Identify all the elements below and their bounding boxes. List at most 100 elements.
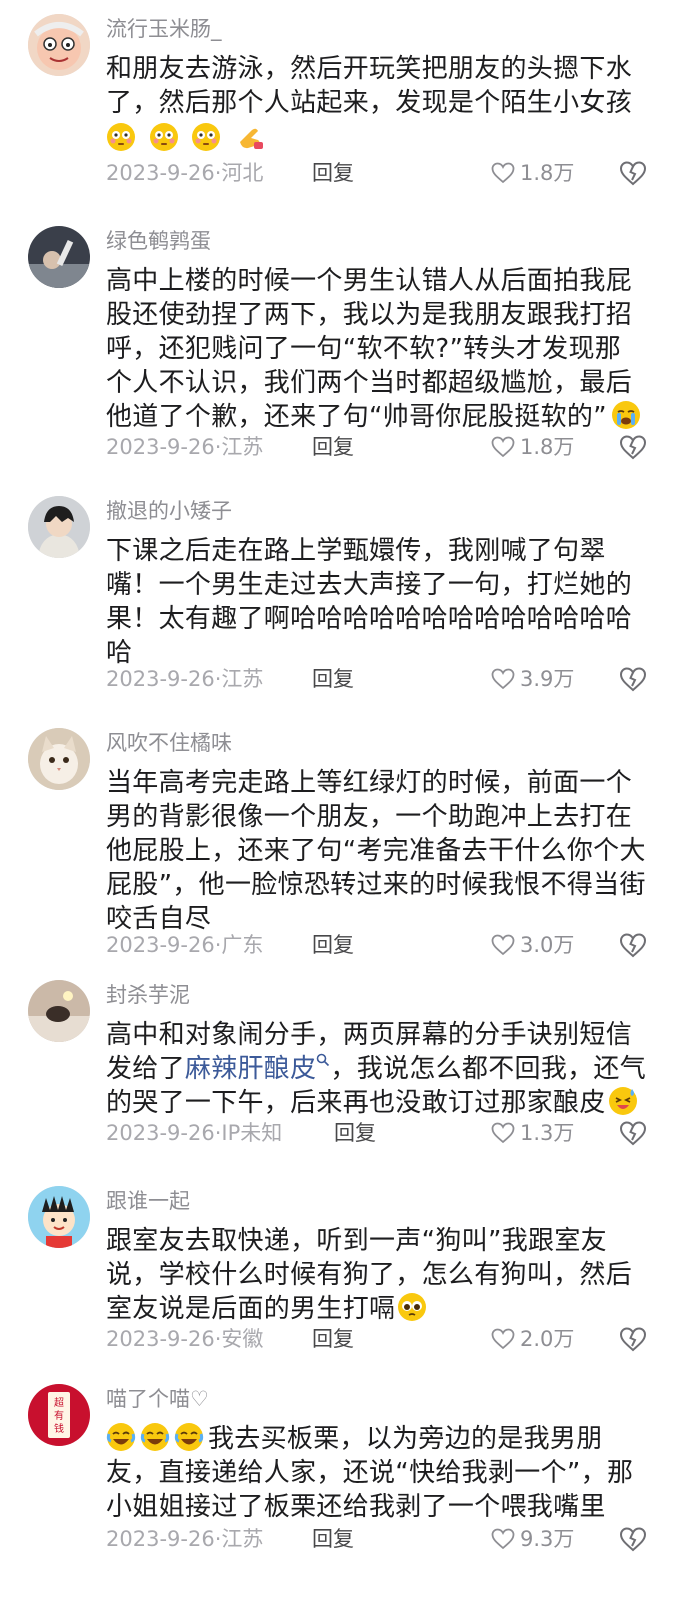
heart-icon <box>491 934 515 956</box>
like-count: 3.0万 <box>520 933 575 957</box>
laughing-tears-emoji-icon <box>174 1423 204 1451</box>
svg-text:超: 超 <box>54 1396 64 1409</box>
comment-text: 高中上楼的时候一个男生认错人从后面拍我屁 股还使劲捏了两下，我以为是我朋友跟我打… <box>106 264 666 434</box>
comment-line: 小姐姐接过了板栗还给我剥了一个喂我嘴里 <box>106 1492 606 1522</box>
comment-meta: 2023-9-26·江苏 回复 9.3万 <box>106 1522 666 1556</box>
comment-date: 2023-9-26 <box>106 1527 215 1551</box>
avatar[interactable] <box>28 980 90 1042</box>
comment-meta: 2023-9-26·江苏 回复 3.9万 <box>106 662 666 696</box>
comment-line: 屁股”，他一脸惊恐转过来的时候我恨不得当街 <box>106 870 646 900</box>
dislike-button[interactable] <box>618 158 648 198</box>
heart-icon <box>491 1528 515 1550</box>
comment-date: 2023-9-26 <box>106 161 215 185</box>
comment-location: 江苏 <box>221 1527 264 1551</box>
reply-button[interactable]: 回复 <box>312 156 354 190</box>
anime-character-avatar-icon <box>28 496 90 558</box>
like-button[interactable]: 1.8万 <box>490 430 574 464</box>
avatar[interactable] <box>28 496 90 558</box>
heart-icon <box>491 668 515 690</box>
reply-button[interactable]: 回复 <box>312 1522 354 1556</box>
comment-line: 室友说是后面的男生打嗝 <box>106 1292 666 1326</box>
comment-text: 我去买板栗，以为旁边的是我男朋 友，直接递给人家，还说“快给我剥一个”，那 小姐… <box>106 1422 666 1524</box>
like-count: 1.3万 <box>520 1121 575 1145</box>
heart-icon <box>491 162 515 184</box>
search-icon[interactable] <box>316 1053 330 1067</box>
comment-location: IP未知 <box>221 1121 283 1145</box>
dislike-button[interactable] <box>618 1118 648 1158</box>
username[interactable]: 流行玉米肠_ <box>106 14 222 44</box>
username[interactable]: 撤退的小矮子 <box>106 496 232 526</box>
username[interactable]: 喵了个喵♡ <box>106 1384 209 1414</box>
comment-line-text: 的哭了一下午，后来再也没敢订过那家酿皮 <box>106 1088 606 1118</box>
broken-heart-icon <box>619 435 647 460</box>
reply-button[interactable]: 回复 <box>312 662 354 696</box>
comment-line: 股还使劲捏了两下，我以为是我朋友跟我打招 <box>106 300 633 330</box>
svg-text:钱: 钱 <box>54 1422 64 1435</box>
comment-text: 下课之后走在路上学甄嬛传，我刚喊了句翠 嘴！一个男生走过去大声接了一句，打烂她的… <box>106 534 666 670</box>
comment-line: 他屁股上，还来了句“考完准备去干什么你个大 <box>106 836 646 866</box>
reply-button[interactable]: 回复 <box>312 430 354 464</box>
like-button[interactable]: 1.3万 <box>490 1116 574 1150</box>
comment-location: 广东 <box>221 933 264 957</box>
like-button[interactable]: 1.8万 <box>490 156 574 190</box>
avatar[interactable]: 超 有 钱 <box>28 1384 90 1446</box>
cartoon-face-avatar-icon <box>28 14 90 76</box>
broken-heart-icon <box>619 1121 647 1146</box>
like-button[interactable]: 3.9万 <box>490 662 574 696</box>
comment-feed: 流行玉米肠_ 和朋友去游泳，然后开玩笑把朋友的头摁下水 了，然后那个人站起来，发… <box>0 0 690 1600</box>
like-count: 3.9万 <box>520 667 575 691</box>
comment-line: 友，直接递给人家，还说“快给我剥一个”，那 <box>106 1458 634 1488</box>
comment-line-text: 他道了个歉，还来了句“帅哥你屁股挺软的” <box>106 402 607 432</box>
comment-date-location: 2023-9-26·安徽 <box>106 1327 264 1351</box>
comment-date-location: 2023-9-26·江苏 <box>106 1527 264 1551</box>
comment-line: 我去买板栗，以为旁边的是我男朋 <box>106 1422 666 1456</box>
comment-line: 的哭了一下午，后来再也没敢订过那家酿皮 <box>106 1086 666 1120</box>
dislike-button[interactable] <box>618 432 648 472</box>
dislike-button[interactable] <box>618 1324 648 1364</box>
avatar[interactable] <box>28 728 90 790</box>
comment-text: 跟室友去取快递，听到一声“狗叫”我跟室友 说，学校什么时候有狗了，怎么有狗叫，然… <box>106 1224 666 1326</box>
comment-line: 高中上楼的时候一个男生认错人从后面拍我屁 <box>106 266 633 296</box>
comment-date-location: 2023-9-26·广东 <box>106 933 264 957</box>
avatar[interactable] <box>28 1186 90 1248</box>
comment-line-text: 我去买板栗，以为旁边的是我男朋 <box>208 1424 603 1454</box>
comment-text: 和朋友去游泳，然后开玩笑把朋友的头摁下水 了，然后那个人站起来，发现是个陌生小女… <box>106 52 666 156</box>
flushed-emoji-icon <box>192 123 221 151</box>
like-button[interactable]: 2.0万 <box>490 1322 574 1356</box>
avatar[interactable] <box>28 14 90 76</box>
reply-button[interactable]: 回复 <box>312 1322 354 1356</box>
like-button[interactable]: 3.0万 <box>490 928 574 962</box>
comment-line: 和朋友去游泳，然后开玩笑把朋友的头摁下水 <box>106 54 633 84</box>
comment-date: 2023-9-26 <box>106 1327 215 1351</box>
comment-line: 个人不认识，我们两个当时都超级尴尬，最后 <box>106 368 633 398</box>
comment-location: 江苏 <box>221 435 264 459</box>
reply-button[interactable]: 回复 <box>334 1116 376 1150</box>
comment-line: 他道了个歉，还来了句“帅哥你屁股挺软的” <box>106 400 666 434</box>
comment-line: 下课之后走在路上学甄嬛传，我刚喊了句翠 <box>106 536 606 566</box>
username[interactable]: 风吹不住橘味 <box>106 728 232 758</box>
pointing-hand-emoji-icon <box>239 128 263 149</box>
comment-meta: 2023-9-26·安徽 回复 2.0万 <box>106 1322 666 1356</box>
username[interactable]: 跟谁一起 <box>106 1186 190 1216</box>
broken-heart-icon <box>619 1527 647 1552</box>
comment-date: 2023-9-26 <box>106 1121 215 1145</box>
crying-emoji-icon <box>611 401 640 429</box>
dislike-button[interactable] <box>618 930 648 970</box>
username[interactable]: 封杀芋泥 <box>106 980 190 1010</box>
comment-date-location: 2023-9-26·IP未知 <box>106 1121 283 1145</box>
svg-text:有: 有 <box>54 1409 64 1422</box>
like-button[interactable]: 9.3万 <box>490 1522 574 1556</box>
avatar[interactable] <box>28 226 90 288</box>
username[interactable]: 绿色鹌鹑蛋 <box>106 226 211 256</box>
comment-line: 男的背影很像一个朋友，一个助跑冲上去打在 <box>106 802 633 832</box>
comment-line: 嘴！一个男生走过去大声接了一句，打烂她的 <box>106 570 633 600</box>
dislike-button[interactable] <box>618 1524 648 1564</box>
comment-date: 2023-9-26 <box>106 435 215 459</box>
broken-heart-icon <box>619 933 647 958</box>
comment-date-location: 2023-9-26·江苏 <box>106 435 264 459</box>
broken-heart-icon <box>619 161 647 186</box>
search-term-link[interactable]: 麻辣肝酿皮 <box>185 1054 317 1084</box>
dislike-button[interactable] <box>618 664 648 704</box>
comment-line: 了，然后那个人站起来，发现是个陌生小女孩 <box>106 88 633 118</box>
reply-button[interactable]: 回复 <box>312 928 354 962</box>
